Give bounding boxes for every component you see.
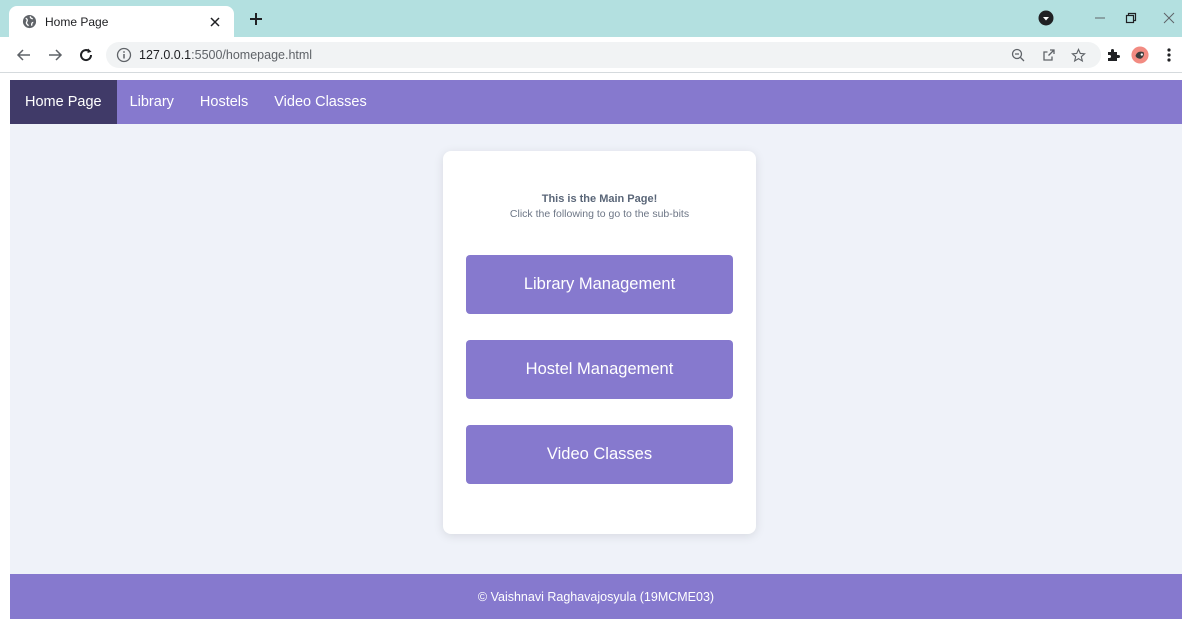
- top-navbar: Home Page Library Hostels Video Classes: [10, 80, 1182, 124]
- star-icon[interactable]: [1070, 47, 1086, 63]
- plus-icon[interactable]: [246, 9, 266, 29]
- page-viewport: Home Page Library Hostels Video Classes …: [10, 80, 1182, 619]
- minimize-icon[interactable]: [1089, 8, 1111, 28]
- restore-icon[interactable]: [1120, 8, 1142, 28]
- nav-item-hostels[interactable]: Hostels: [187, 80, 261, 124]
- globe-icon: [21, 14, 37, 30]
- hostel-management-button[interactable]: Hostel Management: [466, 340, 733, 399]
- main-card: This is the Main Page! Click the followi…: [443, 151, 756, 534]
- card-subheading: Click the following to go to the sub-bit…: [509, 208, 690, 220]
- profile-menu-icon[interactable]: [1035, 8, 1057, 28]
- share-icon[interactable]: [1041, 47, 1057, 63]
- nav-item-video-classes[interactable]: Video Classes: [261, 80, 379, 124]
- menu-kebab-icon[interactable]: [1160, 46, 1178, 64]
- browser-toolbar: 127.0.0.1:5500/homepage.html: [0, 37, 1182, 73]
- browser-tabstrip: Home Page: [0, 0, 1182, 37]
- url-host: 127.0.0.1: [139, 48, 192, 62]
- footer-text: © Vaishnavi Raghavajosyula (19MCME03): [477, 589, 715, 604]
- extensions-icon[interactable]: [1104, 46, 1122, 64]
- close-icon[interactable]: [208, 15, 222, 29]
- address-bar[interactable]: 127.0.0.1:5500/homepage.html: [106, 42, 1101, 68]
- url-path: :5500/homepage.html: [191, 48, 313, 62]
- back-icon[interactable]: [15, 46, 33, 64]
- video-classes-button[interactable]: Video Classes: [466, 425, 733, 484]
- url-text: 127.0.0.1:5500/homepage.html: [139, 48, 312, 62]
- profile-avatar[interactable]: [1131, 46, 1149, 64]
- close-window-icon[interactable]: [1158, 8, 1180, 28]
- nav-item-library[interactable]: Library: [117, 80, 187, 124]
- info-icon[interactable]: [116, 47, 132, 63]
- tab-title: Home Page: [45, 14, 109, 29]
- card-heading: This is the Main Page!: [541, 193, 658, 205]
- browser-tab[interactable]: Home Page: [9, 6, 234, 37]
- reload-icon[interactable]: [77, 46, 95, 64]
- library-management-button[interactable]: Library Management: [466, 255, 733, 314]
- zoom-icon[interactable]: [1010, 47, 1026, 63]
- page-footer: © Vaishnavi Raghavajosyula (19MCME03): [10, 574, 1182, 619]
- nav-item-home[interactable]: Home Page: [10, 80, 117, 124]
- forward-icon[interactable]: [46, 46, 64, 64]
